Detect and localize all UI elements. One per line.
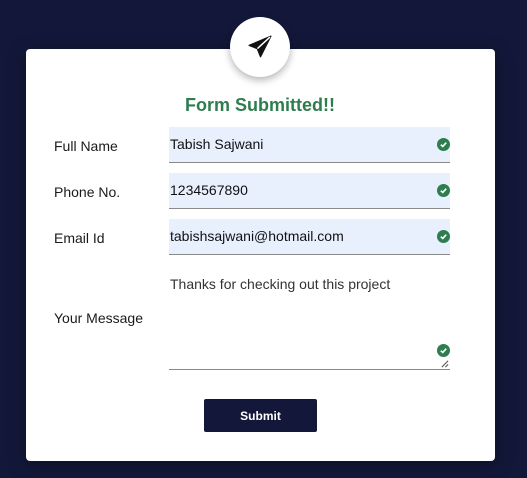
paper-plane-icon <box>248 35 272 58</box>
resize-handle-icon[interactable] <box>440 359 449 368</box>
check-circle-icon <box>437 184 450 197</box>
full-name-field[interactable]: Tabish Sajwani <box>169 127 450 163</box>
message-value: Thanks for checking out this project <box>170 276 391 292</box>
phone-value: 1234567890 <box>170 182 248 198</box>
message-textarea[interactable]: Thanks for checking out this project <box>169 268 450 370</box>
check-circle-icon <box>437 230 450 243</box>
email-value: tabishsajwani@hotmail.com <box>170 228 344 244</box>
email-label: Email Id <box>54 230 105 246</box>
phone-label: Phone No. <box>54 184 121 200</box>
full-name-label: Full Name <box>54 138 118 154</box>
form-status-title: Form Submitted!! <box>185 95 335 115</box>
full-name-value: Tabish Sajwani <box>170 136 264 152</box>
check-circle-icon <box>437 138 450 151</box>
paper-plane-badge <box>230 17 290 77</box>
message-label: Your Message <box>54 310 143 326</box>
check-circle-icon <box>437 344 450 357</box>
submit-button[interactable]: Submit <box>204 399 317 432</box>
email-field[interactable]: tabishsajwani@hotmail.com <box>169 219 450 255</box>
phone-field[interactable]: 1234567890 <box>169 173 450 209</box>
